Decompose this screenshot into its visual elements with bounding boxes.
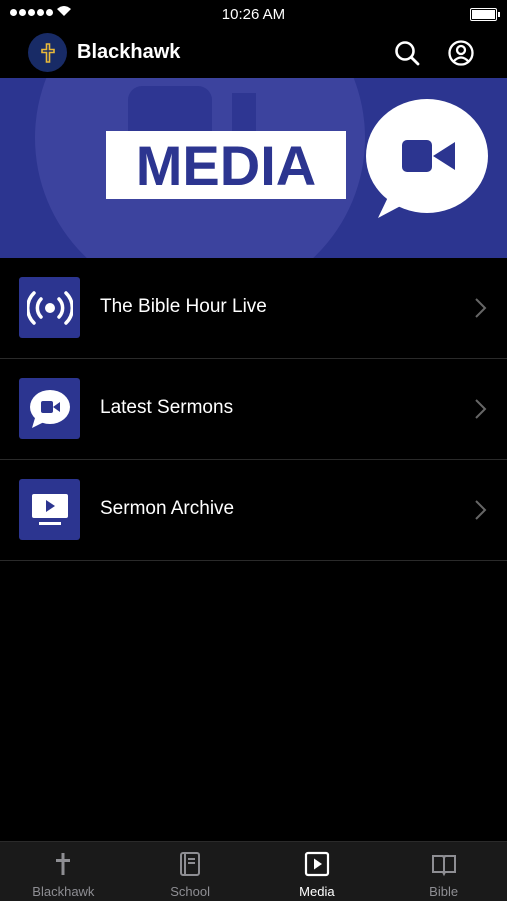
list-item-label: Latest Sermons [100, 397, 234, 418]
video-chat-icon [19, 378, 80, 439]
battery-icon [470, 8, 500, 21]
profile-icon[interactable] [447, 39, 475, 67]
play-icon [304, 851, 329, 877]
live-broadcast-icon [19, 277, 80, 338]
nav-bar: Blackhawk [0, 28, 507, 78]
open-book-icon [431, 855, 456, 877]
chevron-right-icon [475, 298, 487, 318]
chevron-right-icon [475, 399, 487, 419]
tab-media[interactable]: Media [254, 842, 381, 901]
cross-logo-icon [40, 42, 55, 63]
book-icon [180, 852, 201, 876]
list-item-label: The Bible Hour Live [100, 296, 267, 317]
list-item-latest-sermons[interactable]: Latest Sermons [0, 359, 507, 460]
banner-title: MEDIA [136, 134, 316, 197]
tab-label: Bible [429, 884, 459, 899]
list-item-label: Sermon Archive [100, 498, 235, 519]
tab-bible[interactable]: Bible [380, 842, 507, 901]
tab-blackhawk[interactable]: Blackhawk [0, 842, 127, 901]
media-list: The Bible Hour Live Latest Sermons Sermo… [0, 258, 507, 561]
list-item-sermon-archive[interactable]: Sermon Archive [0, 460, 507, 561]
status-bar: 10:26 AM [0, 0, 507, 28]
tv-play-icon [19, 479, 80, 540]
tab-label: School [170, 884, 210, 899]
chevron-right-icon [475, 500, 487, 520]
app-logo[interactable] [28, 33, 67, 72]
search-icon[interactable] [393, 39, 421, 67]
tab-school[interactable]: School [127, 842, 254, 901]
media-banner: MEDIA [0, 78, 507, 258]
cross-icon [56, 853, 71, 875]
tab-bar: Blackhawk School Media Bible [0, 841, 507, 901]
tab-label: Blackhawk [32, 884, 95, 899]
banner-graphic: MEDIA [35, 78, 488, 258]
tab-label: Media [299, 884, 335, 899]
app-title: Blackhawk [77, 41, 181, 63]
list-item-bible-hour-live[interactable]: The Bible Hour Live [0, 258, 507, 359]
status-time: 10:26 AM [221, 6, 286, 23]
